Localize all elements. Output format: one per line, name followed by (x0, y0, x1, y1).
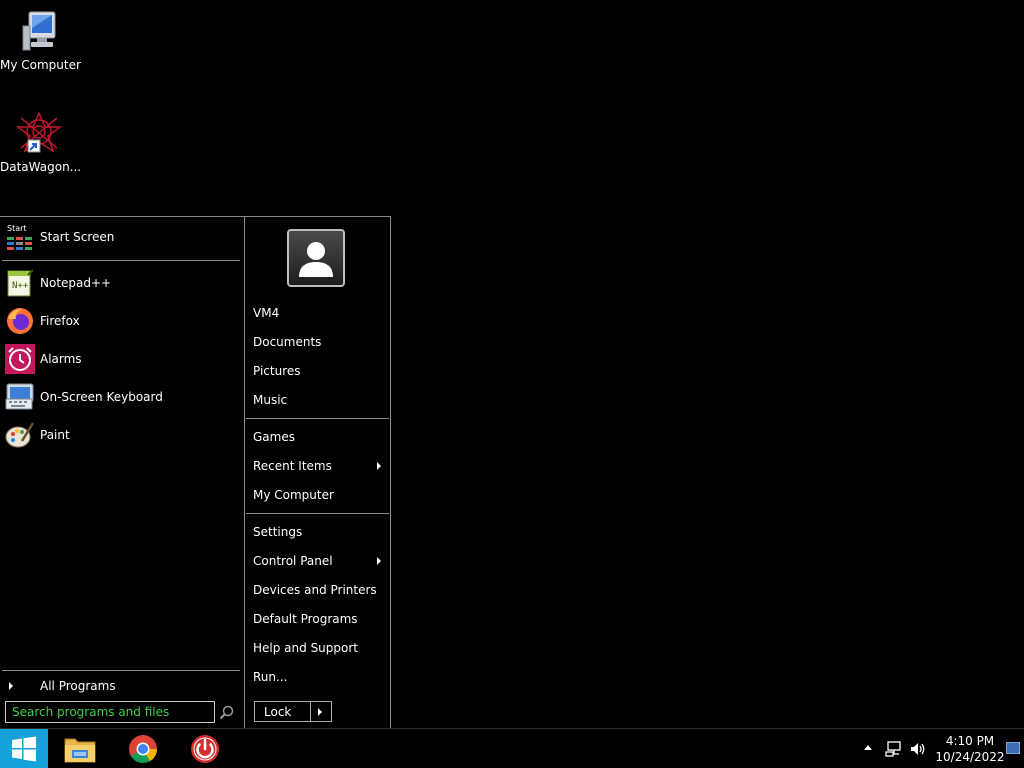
notepadpp-icon: N++ (7, 269, 34, 297)
all-programs-item[interactable]: All Programs (2, 676, 240, 696)
expand-arrow-icon (9, 682, 13, 690)
program-item-notepadpp[interactable]: N++ Notepad++ (2, 265, 240, 301)
taskbar: 4:10 PM 10/24/2022 (0, 728, 1024, 768)
desktop-icon-datawagon[interactable]: DataWagon... (0, 110, 82, 174)
search-input[interactable] (5, 701, 215, 723)
my-computer-item[interactable]: My Computer (247, 482, 387, 508)
keyboard-icon (5, 383, 34, 410)
lock-button[interactable]: Lock (254, 701, 311, 722)
system-clock[interactable]: 4:10 PM 10/24/2022 (934, 733, 1006, 765)
recent-items-item[interactable]: Recent Items (247, 453, 387, 479)
user-icon (299, 242, 333, 277)
clock-time: 4:10 PM (945, 734, 995, 748)
music-item[interactable]: Music (247, 387, 387, 413)
program-label: Alarms (40, 352, 82, 366)
start-menu-programs-pane: Start Start Screen N++ Notepad++ Firefox… (0, 217, 243, 728)
settings-item[interactable]: Settings (247, 519, 387, 545)
volume-icon[interactable] (909, 740, 927, 758)
default-programs-item[interactable]: Default Programs (247, 606, 387, 632)
place-label: Run... (253, 670, 288, 684)
show-hidden-icons-button[interactable] (864, 745, 872, 750)
start-screen-label: Start Screen (40, 230, 115, 244)
power-options-arrow-button[interactable] (311, 701, 332, 722)
start-screen-item[interactable]: Start Start Screen (2, 219, 240, 255)
help-support-item[interactable]: Help and Support (247, 635, 387, 661)
start-screen-badge: Start (7, 224, 27, 233)
paint-palette-icon (5, 422, 35, 448)
place-label: Games (253, 430, 295, 444)
place-label: Pictures (253, 364, 301, 378)
show-desktop-button[interactable] (1006, 742, 1020, 754)
place-label: Music (253, 393, 288, 407)
desktop-icon-label: DataWagon... (0, 160, 82, 174)
place-label: Devices and Printers (253, 583, 377, 597)
place-label: Default Programs (253, 612, 358, 626)
place-label: Help and Support (253, 641, 358, 655)
program-label: Paint (40, 428, 70, 442)
submenu-arrow-icon (377, 557, 381, 565)
program-item-firefox[interactable]: Firefox (2, 303, 240, 339)
program-label: Firefox (40, 314, 80, 328)
svg-text:N++: N++ (12, 281, 29, 291)
run-item[interactable]: Run... (247, 664, 387, 690)
windows-logo-icon (12, 736, 36, 762)
power-app-icon[interactable] (187, 733, 223, 765)
pictures-item[interactable]: Pictures (247, 358, 387, 384)
program-label: On-Screen Keyboard (40, 390, 163, 404)
separator (2, 670, 240, 671)
start-screen-icon: Start (7, 224, 32, 250)
program-label: Notepad++ (40, 276, 112, 290)
separator (2, 260, 240, 261)
place-label: Documents (253, 335, 322, 349)
submenu-arrow-icon (377, 462, 381, 470)
firefox-icon (7, 308, 33, 334)
start-menu: Start Start Screen N++ Notepad++ Firefox… (0, 216, 391, 728)
network-icon[interactable] (885, 740, 903, 758)
datawagon-icon (15, 111, 63, 153)
documents-item[interactable]: Documents (247, 329, 387, 355)
user-name-label: VM4 (253, 306, 280, 320)
file-explorer-icon[interactable] (62, 733, 98, 765)
devices-printers-item[interactable]: Devices and Printers (247, 577, 387, 603)
program-item-alarms[interactable]: Alarms (2, 341, 240, 377)
separator (246, 418, 389, 419)
desktop-icon-my-computer[interactable]: My Computer (0, 8, 81, 72)
place-label: Recent Items (253, 459, 332, 473)
all-programs-label: All Programs (40, 679, 116, 693)
user-avatar[interactable] (287, 229, 345, 287)
place-label: Control Panel (253, 554, 333, 568)
start-menu-places-pane: VM4 Documents Pictures Music Games Recen… (244, 217, 390, 728)
user-folder-item[interactable]: VM4 (247, 300, 387, 326)
separator (246, 513, 389, 514)
start-button[interactable] (0, 729, 48, 768)
place-label: Settings (253, 525, 303, 539)
computer-icon (22, 11, 56, 51)
control-panel-item[interactable]: Control Panel (247, 548, 387, 574)
desktop-icon-label: My Computer (0, 58, 81, 72)
chrome-icon[interactable] (125, 733, 161, 765)
program-item-paint[interactable]: Paint (2, 417, 240, 453)
games-item[interactable]: Games (247, 424, 387, 450)
program-item-on-screen-keyboard[interactable]: On-Screen Keyboard (2, 379, 240, 415)
place-label: My Computer (253, 488, 334, 502)
search-icon[interactable] (219, 704, 235, 720)
alarm-clock-icon (5, 344, 35, 374)
clock-date: 10/24/2022 (935, 750, 1005, 764)
